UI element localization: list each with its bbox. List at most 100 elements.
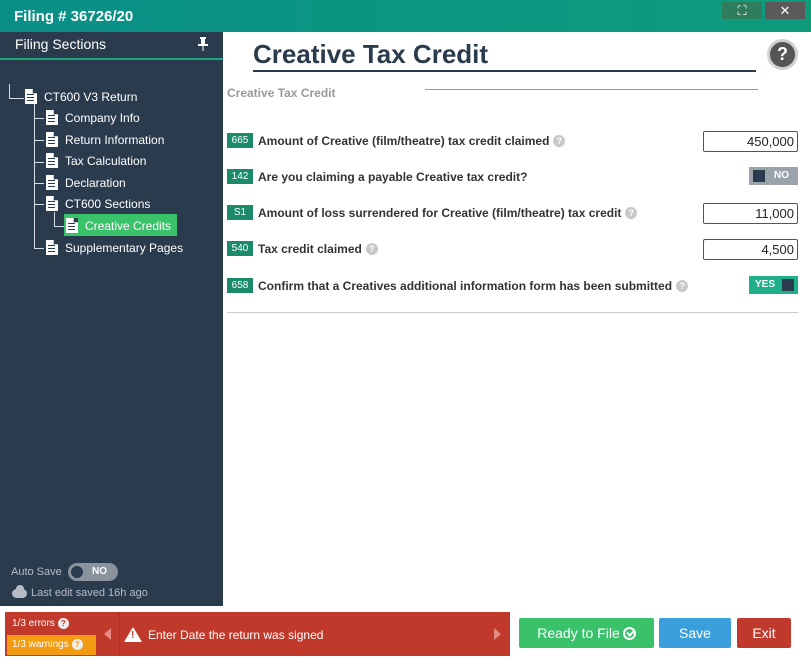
warning-triangle-icon: !	[124, 627, 142, 642]
window-titlebar: Filing # 36726/20 ⛶ ✕	[0, 0, 811, 32]
sidebar-header: Filing Sections	[0, 32, 223, 58]
title-underline	[253, 70, 756, 72]
box-code: 540	[227, 241, 253, 256]
tree-line	[34, 204, 35, 248]
toggle-knob	[69, 564, 85, 580]
form-row-s1: S1 Amount of loss surrendered for Creati…	[227, 203, 802, 225]
validation-separator	[119, 612, 120, 656]
exit-button[interactable]: Exit	[737, 618, 791, 648]
errors-count: 1/3 errors	[12, 618, 55, 629]
tree-line	[34, 204, 44, 205]
validation-message[interactable]: Enter Date the return was signed	[148, 628, 323, 642]
document-icon	[46, 110, 58, 125]
document-icon	[46, 240, 58, 255]
sidebar: Filing Sections CT600 V3 Return Company …	[0, 32, 223, 606]
ready-to-file-button[interactable]: Ready to File	[519, 618, 654, 648]
tree-line	[9, 84, 10, 98]
autosave-value: NO	[92, 566, 107, 577]
tree-item-label: Company Info	[65, 111, 140, 125]
sidebar-header-underline	[0, 58, 223, 60]
toggle-knob	[753, 170, 765, 182]
form-row-540: 540 Tax credit claimed? 4,500	[227, 239, 802, 261]
tax-credit-claimed-input[interactable]: 4,500	[703, 239, 798, 260]
loss-surrendered-input[interactable]: 11,000	[703, 203, 798, 224]
payable-credit-toggle[interactable]: NO	[749, 167, 798, 185]
tree-item-label: Tax Calculation	[65, 154, 147, 168]
tree-item-label: Supplementary Pages	[65, 241, 184, 255]
form-row-658: 658 Confirm that a Creatives additional …	[227, 276, 802, 298]
field-label: Amount of loss surrendered for Creative …	[258, 206, 638, 220]
tree-line	[54, 212, 55, 226]
field-label-text: Amount of loss surrendered for Creative …	[258, 206, 622, 220]
check-circle-icon	[622, 627, 636, 640]
document-icon	[25, 89, 37, 104]
help-icon: ?	[71, 639, 83, 650]
additional-form-toggle[interactable]: YES	[749, 276, 798, 294]
last-edit-status: Last edit saved 16h ago	[31, 587, 148, 599]
field-label: Are you claiming a payable Creative tax …	[258, 170, 528, 184]
tree-line	[9, 98, 24, 99]
document-icon	[66, 218, 78, 233]
tree-line	[34, 183, 44, 184]
box-code: 142	[227, 169, 253, 184]
autosave-toggle[interactable]: NO	[68, 563, 118, 581]
help-icon[interactable]: ?	[553, 135, 566, 147]
tree-line	[34, 162, 44, 163]
document-icon	[46, 196, 58, 211]
box-code: S1	[227, 205, 253, 220]
toggle-value: YES	[755, 279, 776, 290]
toggle-value: NO	[774, 170, 789, 181]
tree-line	[34, 118, 44, 119]
tree-item-label: Declaration	[65, 176, 126, 190]
warnings-count: 1/3 warnings	[12, 639, 69, 650]
close-icon: ✕	[779, 3, 791, 18]
toggle-knob	[782, 279, 794, 291]
help-icon[interactable]: ?	[365, 243, 378, 255]
window-title: Filing # 36726/20	[14, 8, 134, 25]
tree-item-label: CT600 V3 Return	[44, 90, 138, 104]
section-title: Creative Tax Credit	[227, 86, 336, 100]
tree-line	[54, 226, 64, 227]
section-divider	[425, 89, 758, 90]
previous-error-arrow-icon[interactable]	[104, 628, 111, 640]
document-icon	[46, 132, 58, 147]
creative-credit-claimed-input[interactable]: 450,000	[703, 131, 798, 152]
tree-line	[34, 248, 44, 249]
expand-icon: ⛶	[737, 3, 747, 18]
box-code: 665	[227, 133, 253, 148]
collapse-sidebar-button[interactable]: »	[227, 36, 234, 50]
field-label: Amount of Creative (film/theatre) tax cr…	[258, 134, 566, 148]
help-icon[interactable]: ?	[625, 207, 638, 219]
sidebar-title: Filing Sections	[15, 36, 107, 52]
field-label-text: Tax credit claimed	[258, 242, 362, 256]
autosave-label: Auto Save	[11, 566, 62, 578]
field-label-text: Amount of Creative (film/theatre) tax cr…	[258, 134, 550, 148]
document-icon	[46, 175, 58, 190]
tree-line	[34, 104, 35, 204]
form-row-665: 665 Amount of Creative (film/theatre) ta…	[227, 131, 802, 153]
tree-item-label: CT600 Sections	[65, 197, 151, 211]
save-button[interactable]: Save	[659, 618, 731, 648]
form-row-142: 142 Are you claiming a payable Creative …	[227, 167, 802, 189]
field-label: Tax credit claimed?	[258, 242, 378, 256]
errors-badge[interactable]: 1/3 errors?	[7, 613, 96, 634]
close-button[interactable]: ✕	[765, 2, 805, 19]
help-icon[interactable]: ?	[767, 39, 798, 70]
tree-line	[34, 140, 44, 141]
document-icon	[46, 153, 58, 168]
help-icon: ?	[57, 618, 69, 629]
field-label-text: Confirm that a Creatives additional info…	[258, 279, 673, 293]
maximize-button[interactable]: ⛶	[722, 2, 762, 19]
help-icon[interactable]: ?	[676, 280, 689, 292]
field-label: Confirm that a Creatives additional info…	[258, 279, 689, 293]
form-divider	[227, 312, 798, 313]
pin-icon[interactable]	[198, 37, 208, 51]
next-error-arrow-icon[interactable]	[494, 628, 501, 640]
tree-item-label: Return Information	[65, 133, 165, 147]
tree-item-label: Creative Credits	[85, 219, 172, 233]
warnings-badge[interactable]: 1/3 warnings?	[7, 635, 96, 655]
cloud-icon	[12, 585, 27, 598]
ready-to-file-label: Ready to File	[537, 625, 620, 641]
box-code: 658	[227, 278, 253, 293]
page-title: Creative Tax Credit	[253, 39, 489, 69]
